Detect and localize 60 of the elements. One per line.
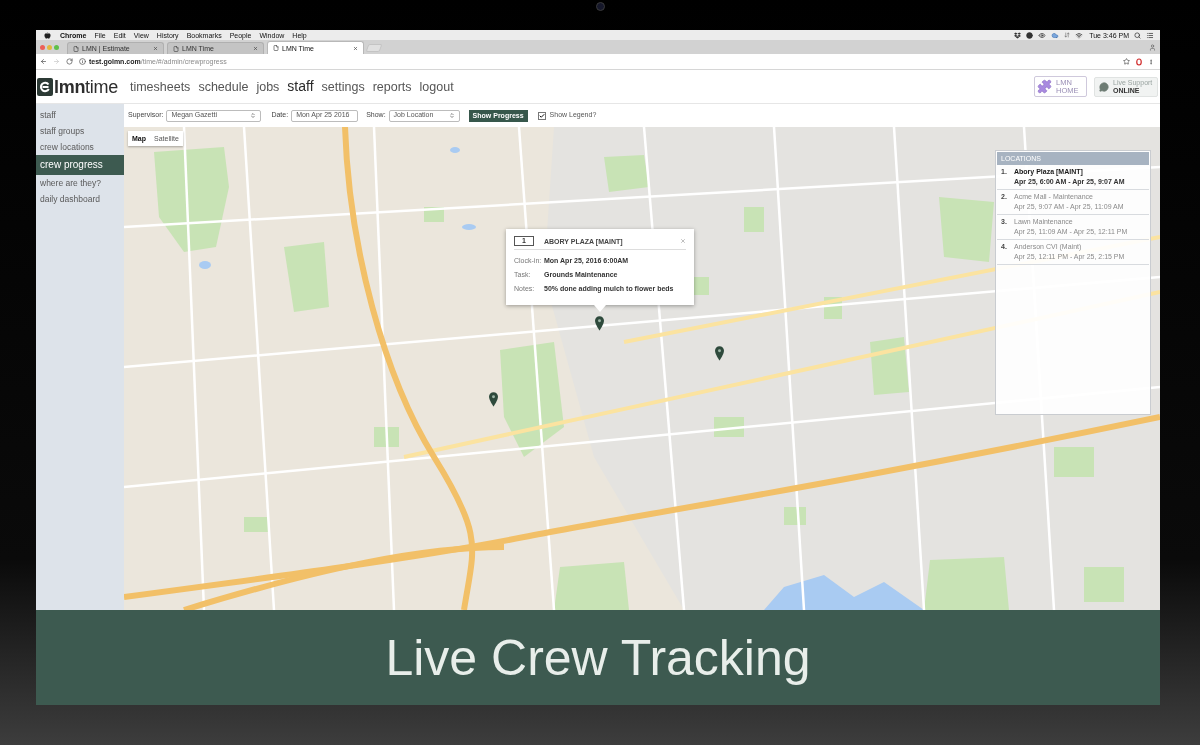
pond-area <box>199 261 211 269</box>
webcam-icon <box>595 2 605 11</box>
arrows-icon[interactable] <box>1064 32 1071 38</box>
window-close-button[interactable] <box>40 44 45 50</box>
park-area <box>870 337 909 395</box>
park-area <box>244 517 269 532</box>
logo-text[interactable]: lmntime <box>54 77 118 96</box>
info-icon[interactable] <box>79 58 86 65</box>
box-icon[interactable] <box>1014 31 1022 39</box>
page-icon <box>273 45 279 51</box>
select-arrows-icon <box>448 112 455 119</box>
nav-link[interactable]: timesheets <box>129 81 191 94</box>
menu-icon[interactable] <box>1148 57 1154 66</box>
speech-bubble-icon <box>1098 81 1110 92</box>
park-area <box>1084 567 1124 602</box>
circle-icon[interactable] <box>1026 31 1034 39</box>
apple-icon[interactable] <box>44 31 51 39</box>
sidebar-item[interactable]: crew locations <box>36 139 124 155</box>
map-marker-icon[interactable] <box>489 392 498 407</box>
sidebar-item[interactable]: crew progress <box>36 155 124 175</box>
page-icon <box>73 45 79 52</box>
puzzle-icon <box>1037 79 1052 94</box>
nav-link[interactable]: staff <box>287 79 314 94</box>
park-area <box>1054 447 1094 477</box>
caption-title: Live Crew Tracking <box>385 632 811 683</box>
search-icon[interactable] <box>1134 31 1141 39</box>
park-area <box>284 242 329 312</box>
sidebar-item[interactable]: where are they? <box>36 175 124 191</box>
park-area <box>374 427 399 447</box>
sidebar-item[interactable]: staff groups <box>36 123 124 139</box>
pond-area <box>462 224 476 230</box>
nav-link[interactable]: logout <box>419 81 454 94</box>
tab-close-icon[interactable] <box>153 46 158 51</box>
user-icon[interactable] <box>1149 43 1156 51</box>
reload-icon[interactable] <box>66 58 73 65</box>
cloud-icon[interactable] <box>1051 31 1060 39</box>
sidebar-item[interactable]: daily dashboard <box>36 191 124 207</box>
nav-link[interactable]: jobs <box>256 81 280 94</box>
ring-icon[interactable] <box>1136 57 1142 66</box>
sidebar-item[interactable]: staff <box>36 107 124 123</box>
wifi-icon[interactable] <box>1075 31 1084 39</box>
tab-close-icon[interactable] <box>353 45 358 51</box>
back-icon[interactable] <box>40 58 47 65</box>
select-arrows-icon <box>250 112 257 119</box>
park-area <box>604 155 649 192</box>
nav-link[interactable]: settings <box>321 81 365 94</box>
tab-close-icon[interactable] <box>253 46 258 51</box>
list-icon[interactable] <box>1146 31 1154 39</box>
check-icon <box>538 111 545 120</box>
star-icon[interactable] <box>1123 58 1130 65</box>
map-marker-icon[interactable] <box>715 346 724 361</box>
logo-icon[interactable] <box>37 77 53 96</box>
pond-area <box>450 147 460 153</box>
show-legend-checkbox[interactable] <box>537 111 546 120</box>
park-area <box>744 207 764 232</box>
page-icon <box>173 45 179 52</box>
map-marker-icon[interactable] <box>595 316 604 331</box>
nav-link[interactable]: schedule <box>198 81 249 94</box>
eye-icon[interactable] <box>1038 31 1047 39</box>
nav-link[interactable]: reports <box>372 81 412 94</box>
